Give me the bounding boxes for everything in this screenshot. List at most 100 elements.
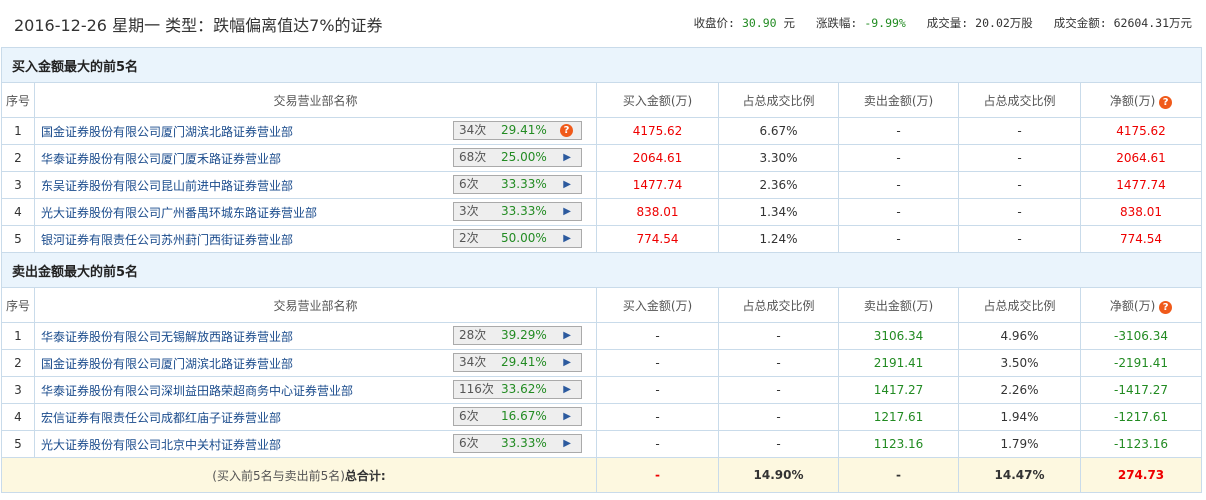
broker-link[interactable]: 光大证券股份有限公司北京中关村证券营业部 xyxy=(41,438,281,452)
sell-amount: 1417.27 xyxy=(838,376,959,404)
buy-ratio: 1.34% xyxy=(718,198,839,226)
broker-stats-badge[interactable]: 28次 39.29% ▶ xyxy=(453,326,582,345)
rank: 5 xyxy=(1,430,35,458)
column-header-row: 序号 交易营业部名称 买入金额(万) 占总成交比例 卖出金额(万) 占总成交比例 净额(万)… xyxy=(1,82,1202,118)
times: 34次 xyxy=(459,123,487,137)
buy-amount: 838.01 xyxy=(596,198,719,226)
sell-amount: - xyxy=(838,225,959,253)
win-rate: 29.41% xyxy=(501,355,547,369)
column-header: 交易营业部名称 xyxy=(34,287,597,323)
table-row: 3 华泰证券股份有限公司深圳益田路荣超商务中心证券营业部 116次 33.62% ▶… xyxy=(1,376,1202,404)
net-amount: 774.54 xyxy=(1080,225,1202,253)
close-price: 30.90 xyxy=(741,16,777,30)
times: 6次 xyxy=(459,409,479,423)
broker-link[interactable]: 光大证券股份有限公司广州番禺环城东路证券营业部 xyxy=(41,206,317,220)
change-label: 涨跌幅: xyxy=(815,16,858,30)
total-sell-ratio: 14.47% xyxy=(958,457,1081,493)
times: 116次 xyxy=(459,382,494,396)
arrow-right-icon[interactable]: ▶ xyxy=(563,381,571,398)
section-header-buy: 买入金额最大的前5名 xyxy=(1,47,1202,83)
rank: 1 xyxy=(1,117,35,145)
arrow-right-icon[interactable]: ▶ xyxy=(563,354,571,371)
table-row: 4 光大证券股份有限公司广州番禺环城东路证券营业部 3次 33.33% ▶ 838.… xyxy=(1,198,1202,226)
rank: 3 xyxy=(1,171,35,199)
broker-link[interactable]: 银河证券有限责任公司苏州葑门西街证券营业部 xyxy=(41,233,293,247)
broker-link[interactable]: 宏信证券有限责任公司成都红庙子证券营业部 xyxy=(41,411,281,425)
sell-ratio: - xyxy=(958,171,1081,199)
help-icon[interactable]: ? xyxy=(1159,300,1173,314)
broker-stats-badge[interactable]: 6次 33.33% ▶ xyxy=(453,175,582,194)
help-icon[interactable]: ? xyxy=(560,124,573,137)
rank: 5 xyxy=(1,225,35,253)
broker-stats-badge[interactable]: 6次 16.67% ▶ xyxy=(453,407,582,426)
arrow-right-icon[interactable]: ▶ xyxy=(563,230,571,247)
sell-amount: - xyxy=(838,144,959,172)
arrow-right-icon[interactable]: ▶ xyxy=(563,149,571,166)
table-row: 3 东吴证券股份有限公司昆山前进中路证券营业部 6次 33.33% ▶ 1477.7… xyxy=(1,171,1202,199)
broker-link[interactable]: 国金证券股份有限公司厦门湖滨北路证券营业部 xyxy=(41,357,293,371)
column-header: 卖出金额(万) xyxy=(838,287,959,323)
column-header: 序号 xyxy=(1,82,35,118)
rank: 4 xyxy=(1,198,35,226)
volume: 20.02万股 xyxy=(975,16,1033,30)
table-row: 1 华泰证券股份有限公司无锡解放西路证券营业部 28次 39.29% ▶ - - 3… xyxy=(1,322,1202,350)
broker-stats-badge[interactable]: 68次 25.00% ▶ xyxy=(453,148,582,167)
arrow-right-icon[interactable]: ▶ xyxy=(563,327,571,344)
times: 3次 xyxy=(459,204,479,218)
broker-stats-badge[interactable]: 34次 29.41% ▶ xyxy=(453,353,582,372)
volume-label: 成交量: xyxy=(926,16,969,30)
buy-amount: - xyxy=(596,403,719,431)
times: 6次 xyxy=(459,436,479,450)
buy-ratio: 3.30% xyxy=(718,144,839,172)
win-rate: 16.67% xyxy=(501,409,547,423)
column-header: 占总成交比例 xyxy=(958,287,1081,323)
column-header: 卖出金额(万) xyxy=(838,82,959,118)
net-amount: 1477.74 xyxy=(1080,171,1202,199)
rank: 2 xyxy=(1,349,35,377)
broker-stats-badge[interactable]: 34次 29.41%? xyxy=(453,121,582,140)
buy-ratio: - xyxy=(718,430,839,458)
sell-ratio: - xyxy=(958,198,1081,226)
sell-ratio: - xyxy=(958,117,1081,145)
sell-ratio: 4.96% xyxy=(958,322,1081,350)
broker-stats-badge[interactable]: 3次 33.33% ▶ xyxy=(453,202,582,221)
table-row: 4 宏信证券有限责任公司成都红庙子证券营业部 6次 16.67% ▶ - - 121… xyxy=(1,403,1202,431)
arrow-right-icon[interactable]: ▶ xyxy=(563,408,571,425)
close-label: 收盘价: xyxy=(693,16,735,30)
buy-ratio: - xyxy=(718,403,839,431)
times: 6次 xyxy=(459,177,479,191)
arrow-right-icon[interactable]: ▶ xyxy=(563,435,571,452)
buy-amount: - xyxy=(596,376,719,404)
broker-link[interactable]: 国金证券股份有限公司厦门湖滨北路证券营业部 xyxy=(41,125,293,139)
times: 2次 xyxy=(459,231,479,245)
amount: 62604.31万元 xyxy=(1113,16,1192,30)
summary-bar: 2016-12-26 星期一 类型：跌幅偏离值达7%的证券 收盘价: 30.90… xyxy=(0,0,1206,47)
broker-stats-badge[interactable]: 2次 50.00% ▶ xyxy=(453,229,582,248)
arrow-right-icon[interactable]: ▶ xyxy=(563,176,571,193)
win-rate: 39.29% xyxy=(501,328,547,342)
broker-stats-badge[interactable]: 6次 33.33% ▶ xyxy=(453,434,582,453)
arrow-right-icon[interactable]: ▶ xyxy=(563,203,571,220)
amount-label: 成交金额: xyxy=(1053,16,1107,30)
broker-link[interactable]: 华泰证券股份有限公司深圳益田路荣超商务中心证券营业部 xyxy=(41,384,353,398)
win-rate: 33.33% xyxy=(501,177,547,191)
times: 34次 xyxy=(459,355,487,369)
buy-amount: 774.54 xyxy=(596,225,719,253)
column-header-row: 序号 交易营业部名称 买入金额(万) 占总成交比例 卖出金额(万) 占总成交比例 净额(万)… xyxy=(1,287,1202,323)
buy-ratio: 1.24% xyxy=(718,225,839,253)
win-rate: 50.00% xyxy=(501,231,547,245)
buy-ratio: - xyxy=(718,349,839,377)
buy-ratio: - xyxy=(718,322,839,350)
column-header: 占总成交比例 xyxy=(718,82,839,118)
broker-link[interactable]: 华泰证券股份有限公司厦门厦禾路证券营业部 xyxy=(41,152,281,166)
broker-link[interactable]: 华泰证券股份有限公司无锡解放西路证券营业部 xyxy=(41,330,293,344)
broker-stats-badge[interactable]: 116次 33.62% ▶ xyxy=(453,380,582,399)
table-row: 5 光大证券股份有限公司北京中关村证券营业部 6次 33.33% ▶ - - 112… xyxy=(1,430,1202,458)
sell-ratio: 1.79% xyxy=(958,430,1081,458)
win-rate: 33.62% xyxy=(501,382,547,396)
broker-link[interactable]: 东吴证券股份有限公司昆山前进中路证券营业部 xyxy=(41,179,293,193)
help-icon[interactable]: ? xyxy=(1159,95,1173,109)
sell-ratio: - xyxy=(958,144,1081,172)
total-buy: - xyxy=(596,457,719,493)
table-row: 2 国金证券股份有限公司厦门湖滨北路证券营业部 34次 29.41% ▶ - - 2… xyxy=(1,349,1202,377)
